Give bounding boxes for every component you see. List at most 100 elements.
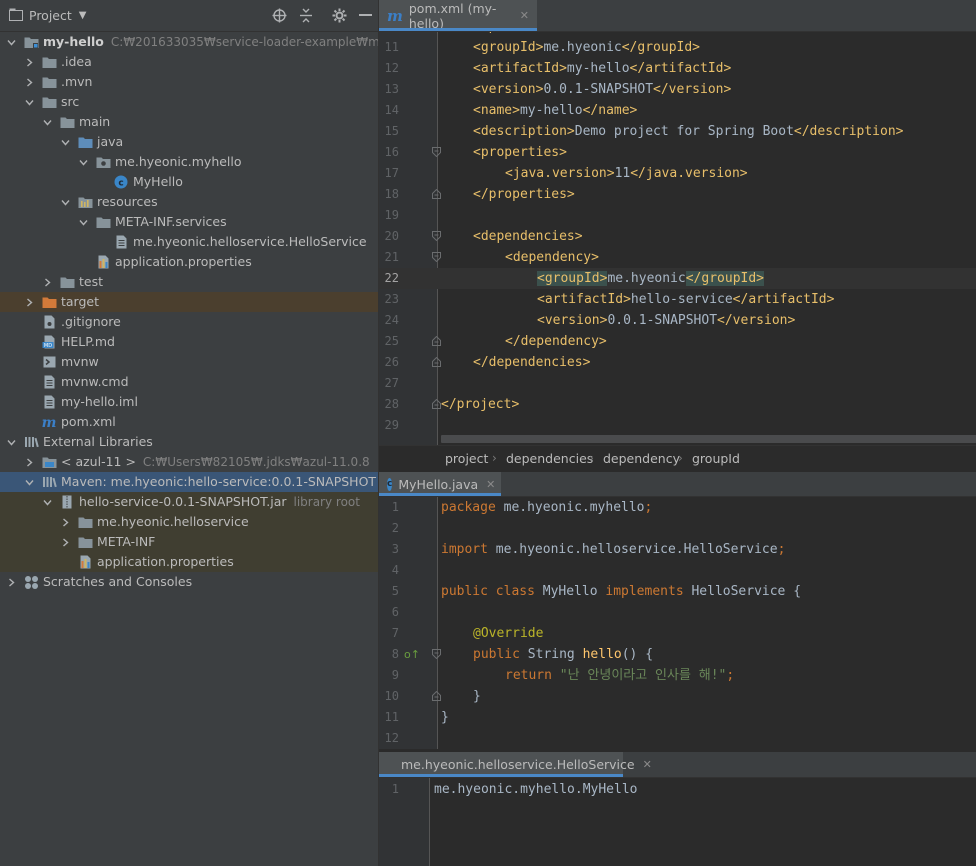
- fold-marker-icon[interactable]: [432, 189, 441, 199]
- close-icon[interactable]: ✕: [643, 758, 652, 771]
- tab-pom-xml[interactable]: m pom.xml (my-hello) ✕: [379, 0, 537, 31]
- code-line[interactable]: 8 o↑ public String hello() {: [379, 644, 976, 665]
- tree-external-libraries[interactable]: External Libraries: [0, 432, 378, 452]
- code-line[interactable]: 24 <version>0.0.1-SNAPSHOT</version>: [379, 310, 976, 331]
- tree-file-mvnw[interactable]: mvnw: [0, 352, 378, 372]
- code-line[interactable]: 16 <properties>: [379, 142, 976, 163]
- tree-maven-hello-service[interactable]: Maven: me.hyeonic:hello-service:0.0.1-SN…: [0, 472, 378, 492]
- code-line[interactable]: 14 <name>my-hello</name>: [379, 100, 976, 121]
- tree-folder-test[interactable]: test: [0, 272, 378, 292]
- tree-folder-idea[interactable]: .idea: [0, 52, 378, 72]
- tree-folder-java[interactable]: java: [0, 132, 378, 152]
- tree-folder-src[interactable]: src: [0, 92, 378, 112]
- tree-file-pom-xml[interactable]: m pom.xml: [0, 412, 378, 432]
- tree-scratches-consoles[interactable]: Scratches and Consoles: [0, 572, 378, 592]
- tree-folder-main[interactable]: main: [0, 112, 378, 132]
- chevron-right-icon[interactable]: [23, 292, 35, 312]
- chevron-right-icon[interactable]: [23, 452, 35, 472]
- chevron-right-icon[interactable]: [59, 512, 71, 532]
- tab-helloservice[interactable]: me.hyeonic.helloservice.HelloService ✕: [379, 752, 652, 777]
- tree-file-iml[interactable]: my-hello.iml: [0, 392, 378, 412]
- project-settings-button[interactable]: [331, 7, 347, 23]
- chevron-down-icon[interactable]: [23, 92, 35, 112]
- chevron-down-icon[interactable]: [5, 32, 17, 52]
- code-line[interactable]: 12 <artifactId>my-hello</artifactId>: [379, 58, 976, 79]
- code-line[interactable]: 1 package me.hyeonic.myhello;: [379, 497, 976, 518]
- fold-marker-icon[interactable]: [432, 336, 441, 346]
- tree-file-mvnw-cmd[interactable]: mvnw.cmd: [0, 372, 378, 392]
- tree-folder-mvn[interactable]: .mvn: [0, 72, 378, 92]
- code-line[interactable]: 6: [379, 602, 976, 623]
- tree-jdk-azul[interactable]: < azul-11 > C:₩Users₩82105₩.jdks₩azul-11.…: [0, 452, 378, 472]
- collapse-all-button[interactable]: [298, 7, 314, 23]
- breadcrumb-item[interactable]: groupId: [692, 451, 740, 466]
- chevron-down-icon[interactable]: [59, 132, 71, 152]
- code-line[interactable]: 1 me.hyeonic.myhello.MyHello: [379, 779, 976, 800]
- tree-folder-meta-inf-services[interactable]: META-INF.services: [0, 212, 378, 232]
- code-line[interactable]: 11 <groupId>me.hyeonic</groupId>: [379, 37, 976, 58]
- code-line[interactable]: 22 <groupId>me.hyeonic</groupId>: [379, 268, 976, 289]
- chevron-right-icon[interactable]: [23, 52, 35, 72]
- code-line[interactable]: 9 return "난 안녕이라고 인사를 해!";: [379, 665, 976, 686]
- fold-marker-icon[interactable]: [432, 357, 441, 367]
- tree-module-my-hello[interactable]: my-hello C:₩201633035₩service-loader-exam…: [0, 32, 420, 52]
- chevron-down-icon[interactable]: [41, 492, 53, 512]
- tree-folder-target[interactable]: target: [0, 292, 378, 312]
- code-line[interactable]: 2: [379, 518, 976, 539]
- code-line[interactable]: 23 <artifactId>hello-service</artifactId>: [379, 289, 976, 310]
- code-line[interactable]: 17 <java.version>11</java.version>: [379, 163, 976, 184]
- chevron-right-icon[interactable]: [23, 72, 35, 92]
- service-file-editor[interactable]: 1 me.hyeonic.myhello.MyHello: [379, 778, 976, 866]
- chevron-down-icon[interactable]: [77, 152, 89, 172]
- code-line[interactable]: 4: [379, 560, 976, 581]
- code-line[interactable]: 25 </dependency>: [379, 331, 976, 352]
- overrides-method-icon[interactable]: o↑: [404, 644, 420, 665]
- fold-marker-icon[interactable]: [432, 649, 441, 659]
- code-line[interactable]: 5 public class MyHello implements HelloSe…: [379, 581, 976, 602]
- code-line[interactable]: 21 <dependency>: [379, 247, 976, 268]
- tree-class-myhello[interactable]: c MyHello: [0, 172, 378, 192]
- java-code-editor[interactable]: 1 package me.hyeonic.myhello; 2 3 import me.…: [379, 497, 976, 749]
- chevron-down-icon[interactable]: [77, 212, 89, 232]
- code-line[interactable]: 7 @Override: [379, 623, 976, 644]
- fold-marker-icon[interactable]: [432, 399, 441, 409]
- horizontal-scrollbar[interactable]: [441, 435, 976, 443]
- code-line[interactable]: 10}: [379, 686, 976, 707]
- code-line[interactable]: 26 </dependencies>: [379, 352, 976, 373]
- chevron-down-icon[interactable]: [23, 472, 35, 492]
- project-view-selector[interactable]: Project ▼: [9, 8, 86, 24]
- close-icon[interactable]: ✕: [486, 478, 495, 491]
- code-line[interactable]: 28 </project>: [379, 394, 976, 415]
- fold-marker-icon[interactable]: [432, 691, 441, 701]
- code-line[interactable]: 3 import me.hyeonic.helloservice.HelloSer…: [379, 539, 976, 560]
- code-line[interactable]: 29: [379, 415, 976, 436]
- tree-folder-resources[interactable]: resources: [0, 192, 378, 212]
- chevron-down-icon[interactable]: [5, 432, 17, 452]
- breadcrumb-item[interactable]: dependencies: [506, 451, 593, 466]
- tab-myhello-java[interactable]: c MyHello.java ✕: [379, 472, 501, 496]
- tree-file-helloservice[interactable]: me.hyeonic.helloservice.HelloService: [0, 232, 378, 252]
- code-line[interactable]: 18 </properties>: [379, 184, 976, 205]
- tree-package-helloservice[interactable]: me.hyeonic.helloservice: [0, 512, 378, 532]
- tree-folder-meta-inf[interactable]: META-INF: [0, 532, 378, 552]
- breadcrumb-item[interactable]: dependency: [603, 451, 680, 466]
- tree-lib-application-properties[interactable]: application.properties: [0, 552, 378, 572]
- fold-marker-icon[interactable]: [432, 231, 441, 241]
- code-line[interactable]: 20 <dependencies>: [379, 226, 976, 247]
- code-line[interactable]: 15 <description>Demo project for Spring B…: [379, 121, 976, 142]
- close-icon[interactable]: ✕: [520, 9, 529, 22]
- pom-code-editor[interactable]: </parent> 11<groupId>me.hyeonic</groupId…: [379, 32, 976, 445]
- hide-panel-button[interactable]: [357, 7, 373, 23]
- breadcrumb-item[interactable]: project: [445, 451, 488, 466]
- tree-file-help-md[interactable]: MD HELP.md: [0, 332, 378, 352]
- tree-package-myhello[interactable]: me.hyeonic.myhello: [0, 152, 378, 172]
- fold-marker-icon[interactable]: [432, 147, 441, 157]
- code-line[interactable]: 19: [379, 205, 976, 226]
- code-line[interactable]: 13 <version>0.0.1-SNAPSHOT</version>: [379, 79, 976, 100]
- tree-file-application-properties[interactable]: application.properties: [0, 252, 378, 272]
- code-line[interactable]: 12: [379, 728, 976, 749]
- tree-file-gitignore[interactable]: .gitignore: [0, 312, 378, 332]
- chevron-right-icon[interactable]: [5, 572, 17, 592]
- chevron-down-icon[interactable]: [41, 112, 53, 132]
- code-line[interactable]: 27: [379, 373, 976, 394]
